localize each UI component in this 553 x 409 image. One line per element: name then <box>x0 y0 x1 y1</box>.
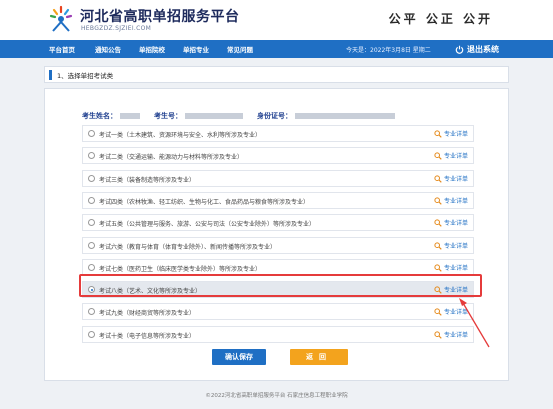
current-date: 今天是：2022年3月8日 星期二 <box>346 47 431 54</box>
major-detail-label: 专业详单 <box>443 176 468 183</box>
exam-option-row[interactable]: 考试二类（交通运输、能源动力与材料等所涉及专业） 专业详单 <box>82 147 474 164</box>
exam-option-radio[interactable] <box>88 219 95 226</box>
major-detail-label: 专业详单 <box>443 198 468 205</box>
site-url: HEBGZDZ.SJZIEI.COM <box>81 25 152 32</box>
site-header: 河北省高职单招服务平台 HEBGZDZ.SJZIEI.COM 公平 公正 公开 <box>0 0 553 40</box>
major-detail-label: 专业详单 <box>443 131 468 138</box>
exam-option-radio[interactable] <box>88 308 95 315</box>
power-icon <box>455 45 464 54</box>
exam-option-radio[interactable] <box>88 264 95 271</box>
student-name-masked <box>120 113 140 119</box>
section-title: 1、选择单招考试类 <box>57 72 114 80</box>
exam-option-label: 考试七类（医药卫生（临床医学类专业除外）等所涉及专业） <box>99 266 262 273</box>
exam-option-radio[interactable] <box>88 331 95 338</box>
nav-home[interactable]: 平台首页 <box>49 44 75 54</box>
exam-option-radio[interactable] <box>88 286 95 293</box>
exam-option-label: 考试二类（交通运输、能源动力与材料等所涉及专业） <box>99 154 244 161</box>
major-detail-link[interactable]: 专业详单 <box>434 241 468 250</box>
major-detail-link[interactable]: 专业详单 <box>434 196 468 205</box>
exam-number-label: 考生号： <box>154 112 182 120</box>
exam-option-radio[interactable] <box>88 130 95 137</box>
exam-option-row[interactable]: 考试四类（农林牧渔、轻工纺织、生物与化工、食品药品与粮食等所涉及专业） 专业详单 <box>82 192 474 209</box>
exam-option-label: 考试五类（公共管理与服务、旅游、公安与司法（公安专业除外）等所涉及专业） <box>99 221 316 228</box>
id-number-masked <box>295 113 395 119</box>
site-title: 河北省高职单招服务平台 <box>80 9 240 25</box>
exam-option-label: 考试一类（土木建筑、资源环境与安全、水利等所涉及专业） <box>99 132 262 139</box>
search-icon <box>434 307 442 316</box>
search-icon <box>434 151 442 160</box>
exam-option-row[interactable]: 考试三类（装备制造等所涉及专业） 专业详单 <box>82 170 474 187</box>
major-detail-label: 专业详单 <box>443 287 468 294</box>
search-icon <box>434 174 442 183</box>
nav-faq[interactable]: 常见问题 <box>227 44 253 54</box>
exam-option-label: 考试三类（装备制造等所涉及专业） <box>99 177 196 184</box>
major-detail-label: 专业详单 <box>443 220 468 227</box>
exam-option-label: 考试四类（农林牧渔、轻工纺织、生物与化工、食品药品与粮食等所涉及专业） <box>99 199 310 206</box>
search-icon <box>434 285 442 294</box>
exam-option-radio[interactable] <box>88 197 95 204</box>
slogan: 公平 公正 公开 <box>388 12 493 26</box>
main-nav: 平台首页 通知公告 单招院校 单招专业 常见问题 今天是：2022年3月8日 星… <box>0 40 553 58</box>
confirm-save-button[interactable]: 确认保存 <box>212 349 266 365</box>
major-detail-label: 专业详单 <box>443 332 468 339</box>
exam-option-label: 考试九类（财经商贸等所涉及专业） <box>99 310 196 317</box>
nav-colleges[interactable]: 单招院校 <box>139 44 165 54</box>
major-detail-link[interactable]: 专业详单 <box>434 129 468 138</box>
major-detail-label: 专业详单 <box>443 265 468 272</box>
footer-copyright: ©2022河北省高职单招服务平台 石家庄信息工程职业学院 <box>205 393 348 399</box>
major-detail-link[interactable]: 专业详单 <box>434 151 468 160</box>
search-icon <box>434 129 442 138</box>
major-detail-label: 专业详单 <box>443 309 468 316</box>
major-detail-link[interactable]: 专业详单 <box>434 218 468 227</box>
exam-option-radio[interactable] <box>88 175 95 182</box>
back-button[interactable]: 返回 <box>290 349 348 365</box>
nav-majors[interactable]: 单招专业 <box>183 44 209 54</box>
exam-option-radio[interactable] <box>88 152 95 159</box>
major-detail-label: 专业详单 <box>443 153 468 160</box>
exam-option-label: 考试八类（艺术、文化等所涉及专业） <box>99 288 202 295</box>
search-icon <box>434 330 442 339</box>
search-icon <box>434 241 442 250</box>
search-icon <box>434 196 442 205</box>
major-detail-link[interactable]: 专业详单 <box>434 263 468 272</box>
exam-option-label: 考试六类（教育与体育（体育专业除外）、新闻传播等所涉及专业） <box>99 244 277 251</box>
major-detail-link[interactable]: 专业详单 <box>434 285 468 294</box>
student-info: 考生姓名： 考生号： 身份证号： <box>82 111 409 121</box>
exam-option-row[interactable]: 考试六类（教育与体育（体育专业除外）、新闻传播等所涉及专业） 专业详单 <box>82 237 474 254</box>
logout-button[interactable]: 退出系统 <box>455 42 499 56</box>
major-detail-link[interactable]: 专业详单 <box>434 174 468 183</box>
exam-option-row[interactable]: 考试七类（医药卫生（临床医学类专业除外）等所涉及专业） 专业详单 <box>82 259 474 276</box>
section-marker <box>49 70 52 80</box>
search-icon <box>434 263 442 272</box>
major-detail-link[interactable]: 专业详单 <box>434 330 468 339</box>
exam-option-row[interactable]: 考试一类（土木建筑、资源环境与安全、水利等所涉及专业） 专业详单 <box>82 125 474 142</box>
exam-option-row[interactable]: 考试十类（电子信息等所涉及专业） 专业详单 <box>82 326 474 343</box>
logout-label: 退出系统 <box>467 44 499 54</box>
nav-notices[interactable]: 通知公告 <box>95 44 121 54</box>
exam-option-row[interactable]: 考试九类（财经商贸等所涉及专业） 专业详单 <box>82 303 474 320</box>
id-number-label: 身份证号： <box>257 112 292 120</box>
major-detail-label: 专业详单 <box>443 243 468 250</box>
exam-option-label: 考试十类（电子信息等所涉及专业） <box>99 333 196 340</box>
exam-option-radio[interactable] <box>88 242 95 249</box>
exam-option-row[interactable]: 考试八类（艺术、文化等所涉及专业） 专业详单 <box>82 281 474 298</box>
search-icon <box>434 218 442 227</box>
major-detail-link[interactable]: 专业详单 <box>434 307 468 316</box>
student-name-label: 考生姓名： <box>82 112 117 120</box>
exam-number-masked <box>185 113 243 119</box>
exam-option-row[interactable]: 考试五类（公共管理与服务、旅游、公安与司法（公安专业除外）等所涉及专业） 专业详单 <box>82 214 474 231</box>
platform-logo-icon <box>49 5 73 32</box>
section-header: 1、选择单招考试类 <box>44 66 509 83</box>
